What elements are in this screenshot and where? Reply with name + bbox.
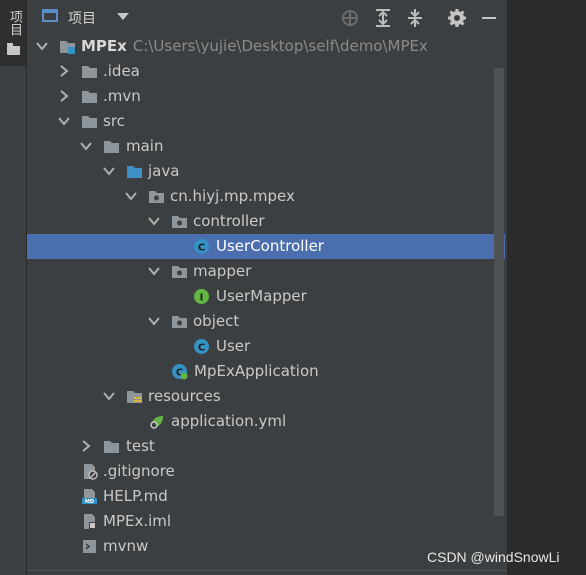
tree-row-main[interactable]: main — [27, 134, 505, 159]
minimize-icon[interactable] — [479, 8, 499, 28]
tree-label: java — [148, 162, 180, 180]
tree-row-help-md[interactable]: MD HELP.md — [27, 484, 505, 509]
chevron-down-icon[interactable] — [102, 389, 116, 403]
project-tool-tab-label: 项目 — [7, 10, 22, 36]
tree-row-application-yml[interactable]: application.yml — [27, 409, 505, 434]
tree-label: resources — [148, 387, 221, 405]
root-path: C:\Users\yujie\Desktop\self\demo\MPEx — [132, 37, 428, 55]
package-icon — [149, 191, 164, 203]
folder-icon — [82, 66, 97, 78]
tree-row-mpex-application[interactable]: C MpExApplication — [27, 359, 505, 384]
chevron-right-icon[interactable] — [57, 89, 71, 103]
chevron-down-icon[interactable] — [147, 314, 161, 328]
tree-label: mvnw — [103, 537, 149, 555]
source-folder-icon — [127, 166, 142, 178]
divider — [27, 570, 507, 571]
gitignore-file-icon — [84, 464, 98, 480]
spring-yml-icon — [150, 416, 163, 429]
project-tool-tab[interactable]: 项目 — [0, 0, 26, 66]
package-icon — [172, 266, 187, 278]
chevron-right-icon[interactable] — [57, 64, 71, 78]
svg-text:C: C — [198, 343, 205, 354]
project-panel-header: 项目 — [27, 0, 507, 35]
svg-text:MD: MD — [85, 499, 94, 505]
folder-icon — [104, 441, 119, 453]
class-icon: C — [194, 339, 209, 354]
class-icon: C — [194, 239, 209, 254]
watermark: CSDN @windSnowLi — [427, 549, 560, 565]
project-view-icon — [42, 9, 58, 22]
tree-label-root: MPEx C:\Users\yujie\Desktop\self\demo\MPE… — [81, 37, 428, 55]
tree-row-user-controller[interactable]: C UserController — [27, 234, 505, 259]
editor-area — [507, 0, 586, 575]
tree-label: cn.hiyj.mp.mpex — [170, 187, 295, 205]
tree-row-mapper[interactable]: mapper — [27, 259, 505, 284]
tree-row-idea[interactable]: .idea — [27, 59, 505, 84]
tree-row-root[interactable]: MPEx C:\Users\yujie\Desktop\self\demo\MPE… — [27, 34, 505, 59]
shell-file-icon — [83, 540, 96, 553]
panel-title: 项目 — [68, 11, 96, 27]
iml-file-icon — [84, 514, 96, 529]
chevron-down-icon[interactable] — [147, 264, 161, 278]
interface-icon: I — [194, 289, 209, 304]
tree-label: UserController — [216, 237, 324, 255]
folder-icon — [7, 43, 20, 55]
expand-all-icon[interactable] — [373, 8, 393, 28]
collapse-all-icon[interactable] — [405, 8, 425, 28]
markdown-file-icon: MD — [82, 489, 97, 505]
root-name: MPEx — [81, 37, 127, 55]
chevron-down-icon[interactable] — [102, 164, 116, 178]
tool-window-strip: 项目 — [0, 0, 27, 575]
chevron-down-icon[interactable] — [147, 214, 161, 228]
tree-label: MPEx.iml — [103, 512, 172, 530]
tree-label: application.yml — [171, 412, 287, 430]
tree-row-resources[interactable]: resources — [27, 384, 505, 409]
svg-text:C: C — [198, 243, 205, 254]
tree-row-user-mapper[interactable]: I UserMapper — [27, 284, 505, 309]
vertical-scrollbar[interactable] — [494, 68, 504, 516]
locate-target-icon[interactable] — [340, 8, 360, 28]
tree-row-object[interactable]: object — [27, 309, 505, 334]
chevron-down-icon[interactable] — [57, 114, 71, 128]
chevron-right-icon[interactable] — [79, 439, 93, 453]
tree-label: .idea — [103, 62, 140, 80]
tree-label: src — [103, 112, 125, 130]
tree-label: .gitignore — [103, 462, 175, 480]
tree-label: object — [193, 312, 240, 330]
resources-folder-icon — [127, 391, 142, 403]
tree-row-gitignore[interactable]: .gitignore — [27, 459, 505, 484]
tree-row-user[interactable]: C User — [27, 334, 505, 359]
tree-row-java[interactable]: java — [27, 159, 505, 184]
project-panel: 项目 MPEx C:\Users\yujie\Desktop\self\demo\… — [27, 0, 507, 575]
spring-boot-class-icon: C — [172, 364, 188, 380]
tree-label: HELP.md — [103, 487, 168, 505]
package-icon — [172, 316, 187, 328]
svg-text:I: I — [200, 293, 204, 304]
tree-label: UserMapper — [216, 287, 307, 305]
folder-icon — [82, 116, 97, 128]
package-icon — [172, 216, 187, 228]
view-dropdown-chevron-down-icon[interactable] — [117, 13, 129, 20]
tree-label: controller — [193, 212, 265, 230]
tree-label: main — [126, 137, 164, 155]
module-folder-icon — [60, 41, 75, 54]
tree-row-mpex-iml[interactable]: MPEx.iml — [27, 509, 505, 534]
tree-row-mvn[interactable]: .mvn — [27, 84, 505, 109]
project-tree[interactable]: MPEx C:\Users\yujie\Desktop\self\demo\MPE… — [27, 34, 507, 575]
tree-row-controller[interactable]: controller — [27, 209, 505, 234]
tree-label: User — [216, 337, 251, 355]
tree-label: MpExApplication — [194, 362, 319, 380]
tree-label: test — [126, 437, 155, 455]
chevron-down-icon[interactable] — [35, 39, 49, 53]
gear-icon[interactable] — [447, 8, 467, 28]
tree-label: mapper — [193, 262, 252, 280]
tree-row-src[interactable]: src — [27, 109, 505, 134]
chevron-down-icon[interactable] — [79, 139, 93, 153]
tree-row-test[interactable]: test — [27, 434, 505, 459]
chevron-down-icon[interactable] — [124, 189, 138, 203]
tree-row-package-root[interactable]: cn.hiyj.mp.mpex — [27, 184, 505, 209]
folder-icon — [82, 91, 97, 103]
folder-icon — [104, 141, 119, 153]
tree-label: .mvn — [103, 87, 141, 105]
